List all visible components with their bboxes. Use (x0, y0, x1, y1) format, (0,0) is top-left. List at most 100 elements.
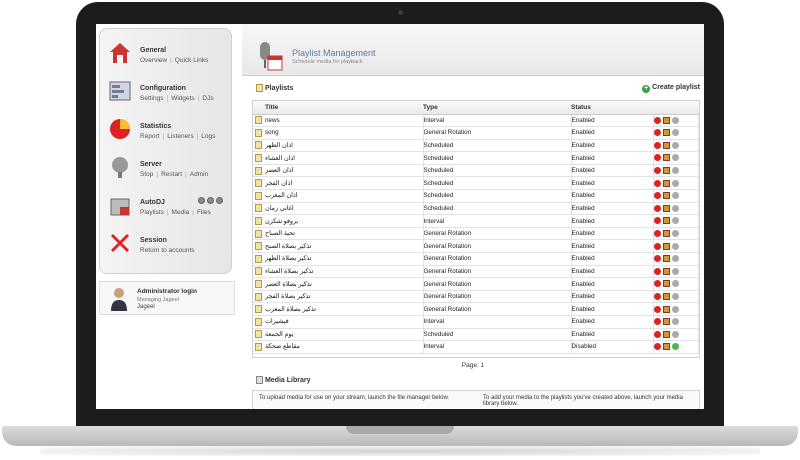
edit-icon[interactable] (662, 167, 670, 175)
table-row[interactable]: اذان الظهر Scheduled Enabled (253, 139, 699, 153)
link-quick-links[interactable]: Quick Links (175, 57, 209, 64)
autodj-control-icon[interactable] (207, 197, 214, 204)
settings-icon[interactable] (671, 255, 679, 263)
table-row[interactable]: تذكير بصلاة الظهر General Rotation Enabled (253, 252, 699, 266)
delete-icon[interactable] (653, 129, 661, 137)
table-row[interactable]: تذكير بصلاة المغرب General Rotation Enable… (253, 302, 699, 316)
table-row[interactable]: اذان العصر Scheduled Enabled (253, 164, 699, 178)
cell-title[interactable]: اذان المغرب (265, 189, 424, 203)
delete-icon[interactable] (653, 204, 661, 212)
link-media[interactable]: Media (172, 209, 190, 216)
edit-icon[interactable] (662, 267, 670, 275)
delete-icon[interactable] (653, 230, 661, 238)
edit-icon[interactable] (662, 230, 670, 238)
cell-title[interactable]: اذان العصر (265, 164, 424, 178)
settings-icon[interactable] (671, 116, 679, 124)
enable-icon[interactable] (671, 343, 679, 351)
settings-icon[interactable] (671, 267, 679, 275)
settings-icon[interactable] (671, 242, 679, 250)
settings-icon[interactable] (671, 179, 679, 187)
settings-icon[interactable] (671, 318, 679, 326)
delete-icon[interactable] (653, 192, 661, 200)
settings-icon[interactable] (671, 217, 679, 225)
table-row[interactable]: اذان الفجر Scheduled Enabled (253, 176, 699, 191)
edit-icon[interactable] (662, 255, 670, 263)
settings-icon[interactable] (671, 192, 679, 200)
link-admin[interactable]: Admin (190, 171, 208, 178)
settings-icon[interactable] (671, 204, 679, 212)
cell-title[interactable]: بروفو شكرن (265, 214, 424, 228)
settings-icon[interactable] (671, 129, 679, 137)
table-row[interactable]: اغاني زمان Scheduled Enabled (253, 202, 699, 216)
delete-icon[interactable] (653, 305, 661, 313)
link-return-to-accounts[interactable]: Return to accounts (140, 247, 195, 254)
edit-icon[interactable] (662, 293, 670, 301)
link-stop[interactable]: Stop (140, 171, 153, 178)
link-settings[interactable]: Settings (140, 95, 164, 102)
edit-icon[interactable] (662, 242, 670, 250)
cell-title[interactable]: تحية الصباح (265, 227, 424, 241)
table-row[interactable]: تحية الصباح General Rotation Enabled (253, 227, 699, 241)
sidebar-item-configuration[interactable]: Configuration Settings | Widgets | DJs (106, 75, 230, 111)
cell-title[interactable]: تذكير بصلاة العشاء (265, 265, 424, 279)
settings-icon[interactable] (671, 154, 679, 162)
link-overview[interactable]: Overview (140, 57, 167, 64)
table-row[interactable]: تذكير بصلاة الفجر General Rotation Enabled (253, 290, 699, 304)
table-row[interactable]: اذان العشاء Scheduled Enabled (253, 151, 699, 165)
cell-title[interactable]: اذان الفجر (265, 176, 424, 191)
cell-title[interactable]: يوم الجمعة (265, 328, 424, 342)
edit-icon[interactable] (662, 116, 670, 124)
cell-title[interactable]: song (265, 126, 424, 140)
link-widgets[interactable]: Widgets (171, 95, 194, 102)
edit-icon[interactable] (662, 343, 670, 351)
edit-icon[interactable] (662, 154, 670, 162)
link-restart[interactable]: Restart (161, 171, 182, 178)
autodj-control-icon[interactable] (198, 197, 205, 204)
sidebar-item-autodj[interactable]: AutoDJ Playlists | Media | Files (106, 189, 230, 225)
delete-icon[interactable] (653, 217, 661, 225)
edit-icon[interactable] (662, 280, 670, 288)
delete-icon[interactable] (653, 179, 661, 187)
sidebar-item-session[interactable]: Session Return to accounts (106, 227, 230, 263)
cell-title[interactable]: تذكير بصلاة العصر (265, 277, 424, 291)
edit-icon[interactable] (662, 192, 670, 200)
edit-icon[interactable] (662, 179, 670, 187)
edit-icon[interactable] (662, 330, 670, 338)
table-row[interactable]: اذان المغرب Scheduled Enabled (253, 189, 699, 203)
edit-icon[interactable] (662, 318, 670, 326)
cell-title[interactable]: تذكير بصلاة المغرب (265, 302, 424, 316)
delete-icon[interactable] (653, 255, 661, 263)
link-report[interactable]: Report (140, 133, 160, 140)
delete-icon[interactable] (653, 116, 661, 124)
table-row[interactable]: يوم الجمعة Scheduled Enabled (253, 328, 699, 342)
edit-icon[interactable] (662, 141, 670, 149)
cell-title[interactable]: تذكير بصلاة الصبح (265, 239, 424, 254)
settings-icon[interactable] (671, 167, 679, 175)
settings-icon[interactable] (671, 230, 679, 238)
table-row[interactable]: news Interval Enabled (253, 114, 699, 128)
column-status[interactable]: Status (571, 101, 653, 115)
sidebar-item-statistics[interactable]: Statistics Report | Listeners | Logs (106, 113, 230, 149)
edit-icon[interactable] (662, 129, 670, 137)
link-listeners[interactable]: Listeners (167, 133, 193, 140)
link-files[interactable]: Files (197, 209, 211, 216)
cell-title[interactable]: مقاطع ضحكة (265, 340, 424, 354)
delete-icon[interactable] (653, 141, 661, 149)
column-title[interactable]: Title (265, 101, 423, 115)
delete-icon[interactable] (653, 267, 661, 275)
edit-icon[interactable] (662, 217, 670, 225)
create-playlist-button[interactable]: + Create playlist (642, 84, 700, 93)
sidebar-item-general[interactable]: General Overview | Quick Links (106, 37, 230, 73)
table-row[interactable]: تذكير بصلاة العشاء General Rotation Enable… (253, 265, 699, 279)
delete-icon[interactable] (653, 293, 661, 301)
cell-title[interactable]: تذكير بصلاة الفجر (265, 290, 424, 304)
delete-icon[interactable] (653, 330, 661, 338)
cell-title[interactable]: اذان العشاء (265, 151, 424, 165)
cell-title[interactable]: فيشيرات (265, 315, 424, 329)
cell-title[interactable]: اذان الظهر (265, 139, 424, 153)
cell-title[interactable]: اغاني زمان (265, 202, 424, 216)
settings-icon[interactable] (671, 330, 679, 338)
table-row[interactable]: song General Rotation Enabled (253, 126, 699, 140)
delete-icon[interactable] (653, 242, 661, 250)
table-row[interactable]: فيشيرات Interval Enabled (253, 315, 699, 329)
